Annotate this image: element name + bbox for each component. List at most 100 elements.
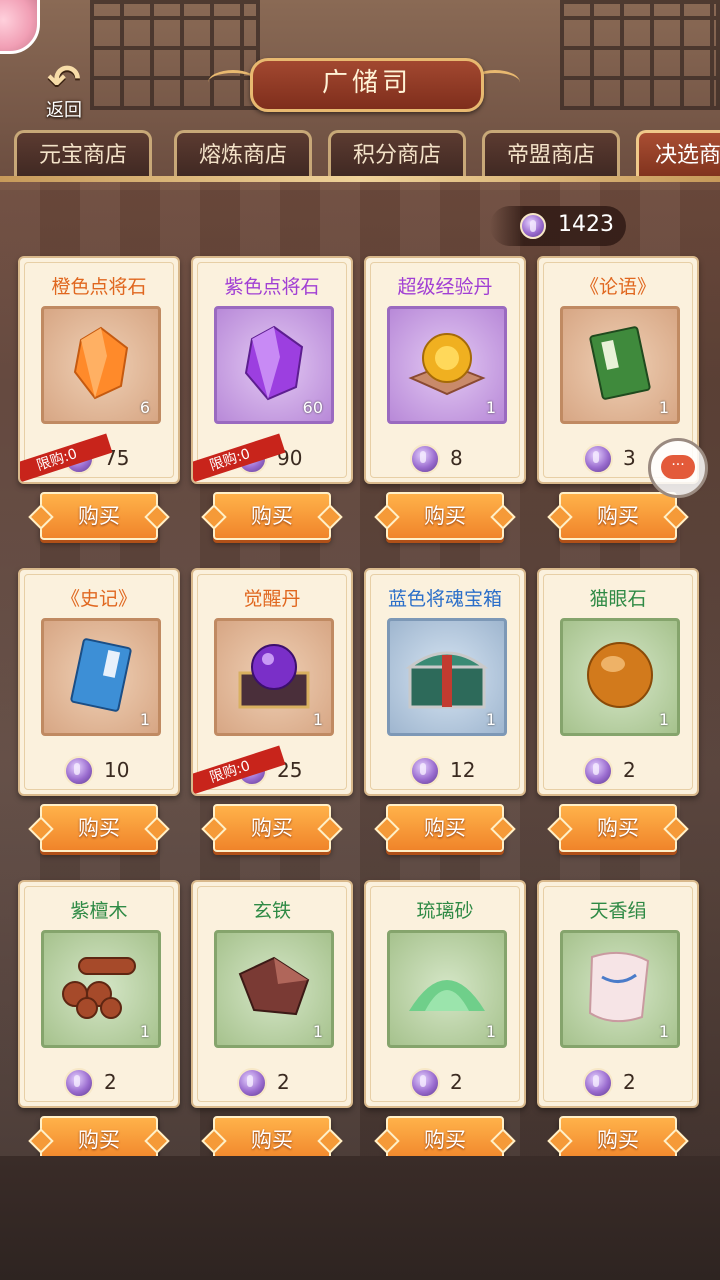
back-arrow-icon: ↶ [47,57,81,103]
shop-item-card[interactable]: 橙色点将石 6 75 限购:0 [18,256,180,484]
item-quantity: 1 [312,710,323,729]
buy-button[interactable]: 购买 [40,804,158,852]
shop-item-card[interactable]: 《史记》 1 10 [18,568,180,796]
logs-icon [59,954,143,1024]
shop-tabs: 元宝商店 熔炼商店 积分商店 帝盟商店 决选商 [0,130,720,180]
item-icon-slot[interactable]: 1 [560,306,680,424]
price-value: 2 [104,1070,117,1094]
item-name: 紫色点将石 [224,276,320,298]
item-quantity: 1 [139,710,150,729]
shop-item-card[interactable]: 天香绢 1 2 [537,880,699,1108]
buy-button[interactable]: 购买 [40,492,158,540]
price-value: 2 [623,1070,636,1094]
item-quantity: 60 [302,398,323,417]
shop-item-card[interactable]: 紫色点将石 60 90 限购:0 [191,256,353,484]
item-quantity: 1 [485,1022,496,1041]
price-value: 2 [450,1070,463,1094]
purchase-limit-ribbon: 限购:0 [193,745,286,794]
buy-button[interactable]: 购买 [559,804,677,852]
item-icon-slot[interactable]: 1 [214,930,334,1048]
item-quantity: 1 [139,1022,150,1041]
item-name: 《论语》 [579,276,656,298]
item-icon-slot[interactable]: 1 [214,618,334,736]
chat-button[interactable]: ··· [648,438,708,498]
price-value: 12 [450,758,476,782]
buy-button[interactable]: 购买 [386,492,504,540]
item-icon-slot[interactable]: 1 [41,930,161,1048]
shop-item-card[interactable]: 紫檀木 1 2 [18,880,180,1108]
item-icon-slot[interactable]: 60 [214,306,334,424]
buy-button[interactable]: 购买 [213,492,331,540]
shop-item-card[interactable]: 超级经验丹 1 8 [364,256,526,484]
item-name: 觉醒丹 [243,588,301,610]
purple-token-icon [64,756,94,786]
iron-ore-icon [234,954,314,1024]
gold-pill-icon [407,328,487,402]
currency-value: 1423 [558,212,614,237]
item-name: 紫檀木 [70,900,128,922]
item-name: 橙色点将石 [51,276,147,298]
chat-bubble-icon: ··· [661,455,695,479]
bottom-shade [0,1156,720,1280]
purple-token-icon [64,1068,94,1098]
blue-book-icon [69,637,133,717]
back-button[interactable]: ↶ 返回 [34,60,94,126]
item-icon-slot[interactable]: 1 [560,618,680,736]
price-value: 10 [104,758,130,782]
orange-gem-icon [71,326,131,404]
page-title-banner: 广储司 [250,58,484,112]
purple-token-icon [237,1068,267,1098]
silk-cloth-icon [582,947,658,1031]
buy-button[interactable]: 购买 [559,492,677,540]
purple-token-icon [410,444,440,474]
item-quantity: 6 [139,398,150,417]
purple-token-icon [410,756,440,786]
item-name: 《史记》 [60,588,137,610]
item-icon-slot[interactable]: 6 [41,306,161,424]
purple-orb-box-icon [232,637,316,717]
tab-selection-shop[interactable]: 决选商 [636,130,720,178]
shop-item-card[interactable]: 蓝色将魂宝箱 1 12 [364,568,526,796]
item-quantity: 1 [658,398,669,417]
purple-token-icon [583,444,613,474]
price-value: 3 [623,446,636,470]
shop-item-card[interactable]: 觉醒丹 1 25 限购:0 [191,568,353,796]
item-icon-slot[interactable]: 1 [41,618,161,736]
green-sand-icon [405,959,489,1019]
price-value: 2 [277,1070,290,1094]
item-name: 猫眼石 [589,588,647,610]
item-quantity: 1 [312,1022,323,1041]
item-icon-slot[interactable]: 1 [387,930,507,1048]
item-icon-slot[interactable]: 1 [387,306,507,424]
window-lattice-right [560,0,720,110]
tab-smelting-shop[interactable]: 熔炼商店 [174,130,312,178]
purple-token-icon [583,1068,613,1098]
buy-button[interactable]: 购买 [213,804,331,852]
purple-token-icon [520,213,546,239]
buy-button[interactable]: 购买 [386,804,504,852]
item-icon-slot[interactable]: 1 [560,930,680,1048]
tab-yuanbao-shop[interactable]: 元宝商店 [14,130,152,178]
shop-item-card[interactable]: 猫眼石 1 2 [537,568,699,796]
green-book-icon [588,325,652,405]
tab-divider [0,176,720,182]
item-icon-slot[interactable]: 1 [387,618,507,736]
page-title: 广储司 [321,68,412,98]
item-name: 琉璃砂 [416,900,474,922]
price-value: 8 [450,446,463,470]
item-name: 超级经验丹 [397,276,493,298]
price-value: 2 [623,758,636,782]
treasure-chest-icon [404,637,490,717]
purple-token-icon [583,756,613,786]
tab-alliance-shop[interactable]: 帝盟商店 [482,130,620,178]
currency-balance: 1423 [490,206,626,246]
purchase-limit-ribbon: 限购:0 [20,433,113,482]
item-name: 天香绢 [589,900,647,922]
item-name: 蓝色将魂宝箱 [387,588,502,610]
shop-item-card[interactable]: 玄铁 1 2 [191,880,353,1108]
item-quantity: 1 [658,710,669,729]
item-quantity: 1 [485,398,496,417]
tab-points-shop[interactable]: 积分商店 [328,130,466,178]
item-name: 玄铁 [252,900,291,922]
shop-item-card[interactable]: 琉璃砂 1 2 [364,880,526,1108]
